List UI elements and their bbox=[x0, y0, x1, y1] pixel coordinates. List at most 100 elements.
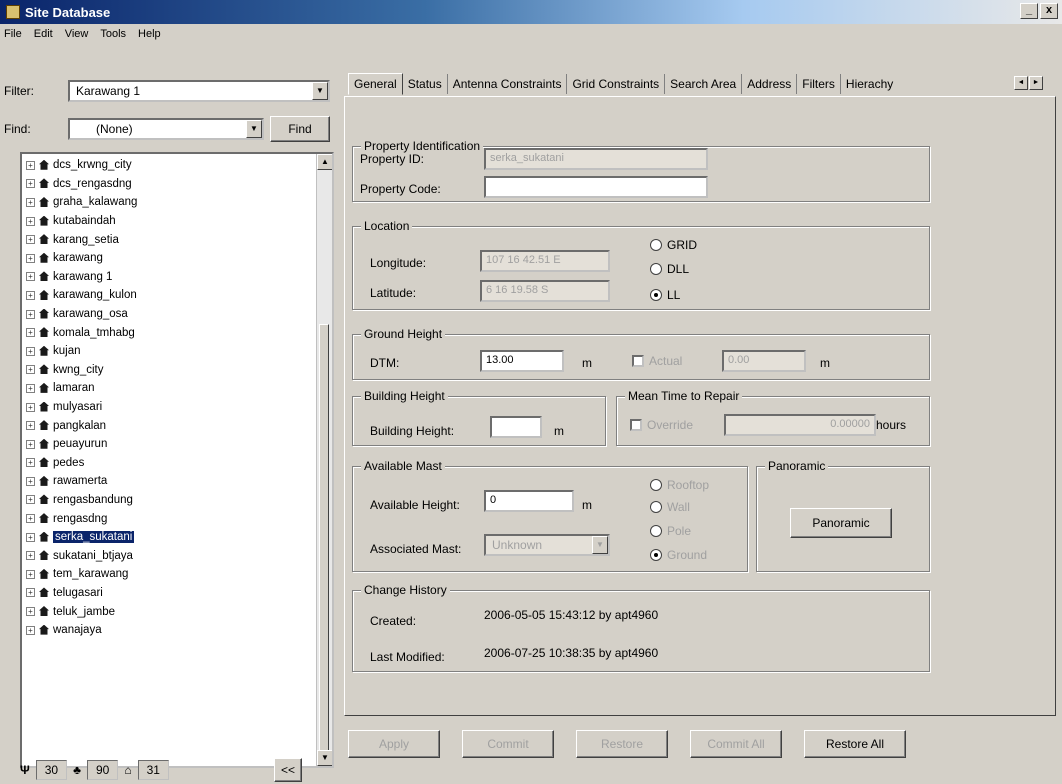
apply-button[interactable]: Apply bbox=[348, 730, 440, 758]
expand-icon[interactable]: + bbox=[26, 309, 35, 319]
tree-item[interactable]: + graha_kalawang bbox=[26, 193, 312, 212]
menu-edit[interactable]: Edit bbox=[34, 28, 53, 40]
tab-filters[interactable]: Filters bbox=[797, 74, 841, 94]
building-height-field[interactable] bbox=[490, 416, 542, 438]
tree-item[interactable]: + karawang_kulon bbox=[26, 286, 312, 305]
expand-icon[interactable]: + bbox=[26, 179, 35, 189]
expand-icon[interactable]: + bbox=[26, 328, 35, 338]
tree-item[interactable]: + pangkalan bbox=[26, 416, 312, 435]
restore-all-button[interactable]: Restore All bbox=[804, 730, 906, 758]
expand-icon[interactable]: + bbox=[26, 346, 35, 356]
expand-icon[interactable]: + bbox=[26, 569, 35, 579]
tab-hierachy[interactable]: Hierachy bbox=[841, 74, 898, 94]
tree-item[interactable]: + teluk_jambe bbox=[26, 602, 312, 621]
tab-grid-constraints[interactable]: Grid Constraints bbox=[567, 74, 666, 94]
tree-item[interactable]: + rengasbandung bbox=[26, 491, 312, 510]
scroll-up-icon[interactable]: ▲ bbox=[317, 154, 332, 170]
tree-item[interactable]: + kutabaindah bbox=[26, 212, 312, 231]
latitude-field[interactable]: 6 16 19.58 S bbox=[480, 280, 610, 302]
tab-address[interactable]: Address bbox=[742, 74, 798, 94]
tree-item[interactable]: + wanajaya bbox=[26, 621, 312, 640]
expand-icon[interactable]: + bbox=[26, 197, 35, 207]
find-button[interactable]: Find bbox=[270, 116, 330, 142]
expand-icon[interactable]: + bbox=[26, 253, 35, 263]
tab-antenna-constraints[interactable]: Antenna Constraints bbox=[448, 74, 568, 94]
tree-item[interactable]: + rawamerta bbox=[26, 472, 312, 491]
tree-item[interactable]: + karang_setia bbox=[26, 230, 312, 249]
expand-icon[interactable]: + bbox=[26, 290, 35, 300]
radio-wall[interactable]: Wall bbox=[650, 500, 690, 514]
mean-time-field[interactable]: 0.00000 bbox=[724, 414, 876, 436]
actual-checkbox[interactable]: Actual bbox=[632, 354, 682, 368]
menu-view[interactable]: View bbox=[65, 28, 89, 40]
tree-item[interactable]: + tem_karawang bbox=[26, 565, 312, 584]
property-code-field[interactable] bbox=[484, 176, 708, 198]
expand-icon[interactable]: + bbox=[26, 588, 35, 598]
tree-item[interactable]: + peuayurun bbox=[26, 435, 312, 454]
expand-icon[interactable]: + bbox=[26, 216, 35, 226]
tree-item[interactable]: + mulyasari bbox=[26, 398, 312, 417]
tree-item[interactable]: + lamaran bbox=[26, 379, 312, 398]
expand-icon[interactable]: + bbox=[26, 235, 35, 245]
expand-icon[interactable]: + bbox=[26, 532, 35, 542]
tree-item[interactable]: + karawang 1 bbox=[26, 268, 312, 287]
tree-item[interactable]: + serka_sukatani bbox=[26, 528, 312, 547]
dtm-field[interactable]: 13.00 bbox=[480, 350, 564, 372]
expand-icon[interactable]: + bbox=[26, 439, 35, 449]
property-id-field[interactable]: serka_sukatani bbox=[484, 148, 708, 170]
tree-item[interactable]: + dcs_rengasdng bbox=[26, 175, 312, 194]
expand-icon[interactable]: + bbox=[26, 625, 35, 635]
chevron-down-icon[interactable]: ▼ bbox=[592, 536, 608, 554]
tree-item[interactable]: + sukatani_btjaya bbox=[26, 546, 312, 565]
longitude-field[interactable]: 107 16 42.51 E bbox=[480, 250, 610, 272]
site-tree[interactable]: + dcs_krwng_city + dcs_rengasdng + graha_kala… bbox=[20, 152, 334, 768]
expand-icon[interactable]: + bbox=[26, 607, 35, 617]
expand-icon[interactable]: + bbox=[26, 160, 35, 170]
associated-mast-combo[interactable]: Unknown ▼ bbox=[484, 534, 610, 556]
radio-ll[interactable]: LL bbox=[650, 288, 680, 302]
scroll-thumb[interactable] bbox=[319, 324, 329, 754]
commit-all-button[interactable]: Commit All bbox=[690, 730, 782, 758]
chevron-down-icon[interactable]: ▼ bbox=[246, 120, 262, 138]
tab-status[interactable]: Status bbox=[403, 74, 448, 94]
tree-scrollbar[interactable]: ▲ ▼ bbox=[316, 154, 332, 766]
close-button[interactable]: x bbox=[1040, 3, 1058, 19]
radio-ground[interactable]: Ground bbox=[650, 548, 707, 562]
expand-icon[interactable]: + bbox=[26, 551, 35, 561]
menu-help[interactable]: Help bbox=[138, 28, 161, 40]
tree-item[interactable]: + telugasari bbox=[26, 584, 312, 603]
minimize-button[interactable]: _ bbox=[1020, 3, 1038, 19]
tab-general[interactable]: General bbox=[348, 73, 403, 95]
tree-item[interactable]: + pedes bbox=[26, 454, 312, 473]
expand-icon[interactable]: + bbox=[26, 402, 35, 412]
actual-field[interactable]: 0.00 bbox=[722, 350, 806, 372]
expand-icon[interactable]: + bbox=[26, 514, 35, 524]
tree-item[interactable]: + karawang bbox=[26, 249, 312, 268]
expand-icon[interactable]: + bbox=[26, 476, 35, 486]
radio-rooftop[interactable]: Rooftop bbox=[650, 478, 709, 492]
menu-file[interactable]: File bbox=[4, 28, 22, 40]
override-checkbox[interactable]: Override bbox=[630, 418, 693, 432]
expand-icon[interactable]: + bbox=[26, 495, 35, 505]
tree-item[interactable]: + karawang_osa bbox=[26, 305, 312, 324]
filter-combo[interactable]: Karawang 1 ▼ bbox=[68, 80, 330, 102]
tab-scroll-right-icon[interactable]: ► bbox=[1029, 76, 1043, 90]
expand-icon[interactable]: + bbox=[26, 458, 35, 468]
chevron-down-icon[interactable]: ▼ bbox=[312, 82, 328, 100]
tab-scroll-left-icon[interactable]: ◄ bbox=[1014, 76, 1028, 90]
restore-button[interactable]: Restore bbox=[576, 730, 668, 758]
tree-item[interactable]: + dcs_krwng_city bbox=[26, 156, 312, 175]
tree-item[interactable]: + rengasdng bbox=[26, 509, 312, 528]
collapse-button[interactable]: << bbox=[274, 758, 302, 782]
radio-grid[interactable]: GRID bbox=[650, 238, 697, 252]
expand-icon[interactable]: + bbox=[26, 421, 35, 431]
tree-item[interactable]: + kwng_city bbox=[26, 361, 312, 380]
menu-tools[interactable]: Tools bbox=[100, 28, 126, 40]
panoramic-button[interactable]: Panoramic bbox=[790, 508, 892, 538]
radio-pole[interactable]: Pole bbox=[650, 524, 691, 538]
tab-search-area[interactable]: Search Area bbox=[665, 74, 743, 94]
radio-dll[interactable]: DLL bbox=[650, 262, 689, 276]
available-height-field[interactable]: 0 bbox=[484, 490, 574, 512]
commit-button[interactable]: Commit bbox=[462, 730, 554, 758]
expand-icon[interactable]: + bbox=[26, 383, 35, 393]
